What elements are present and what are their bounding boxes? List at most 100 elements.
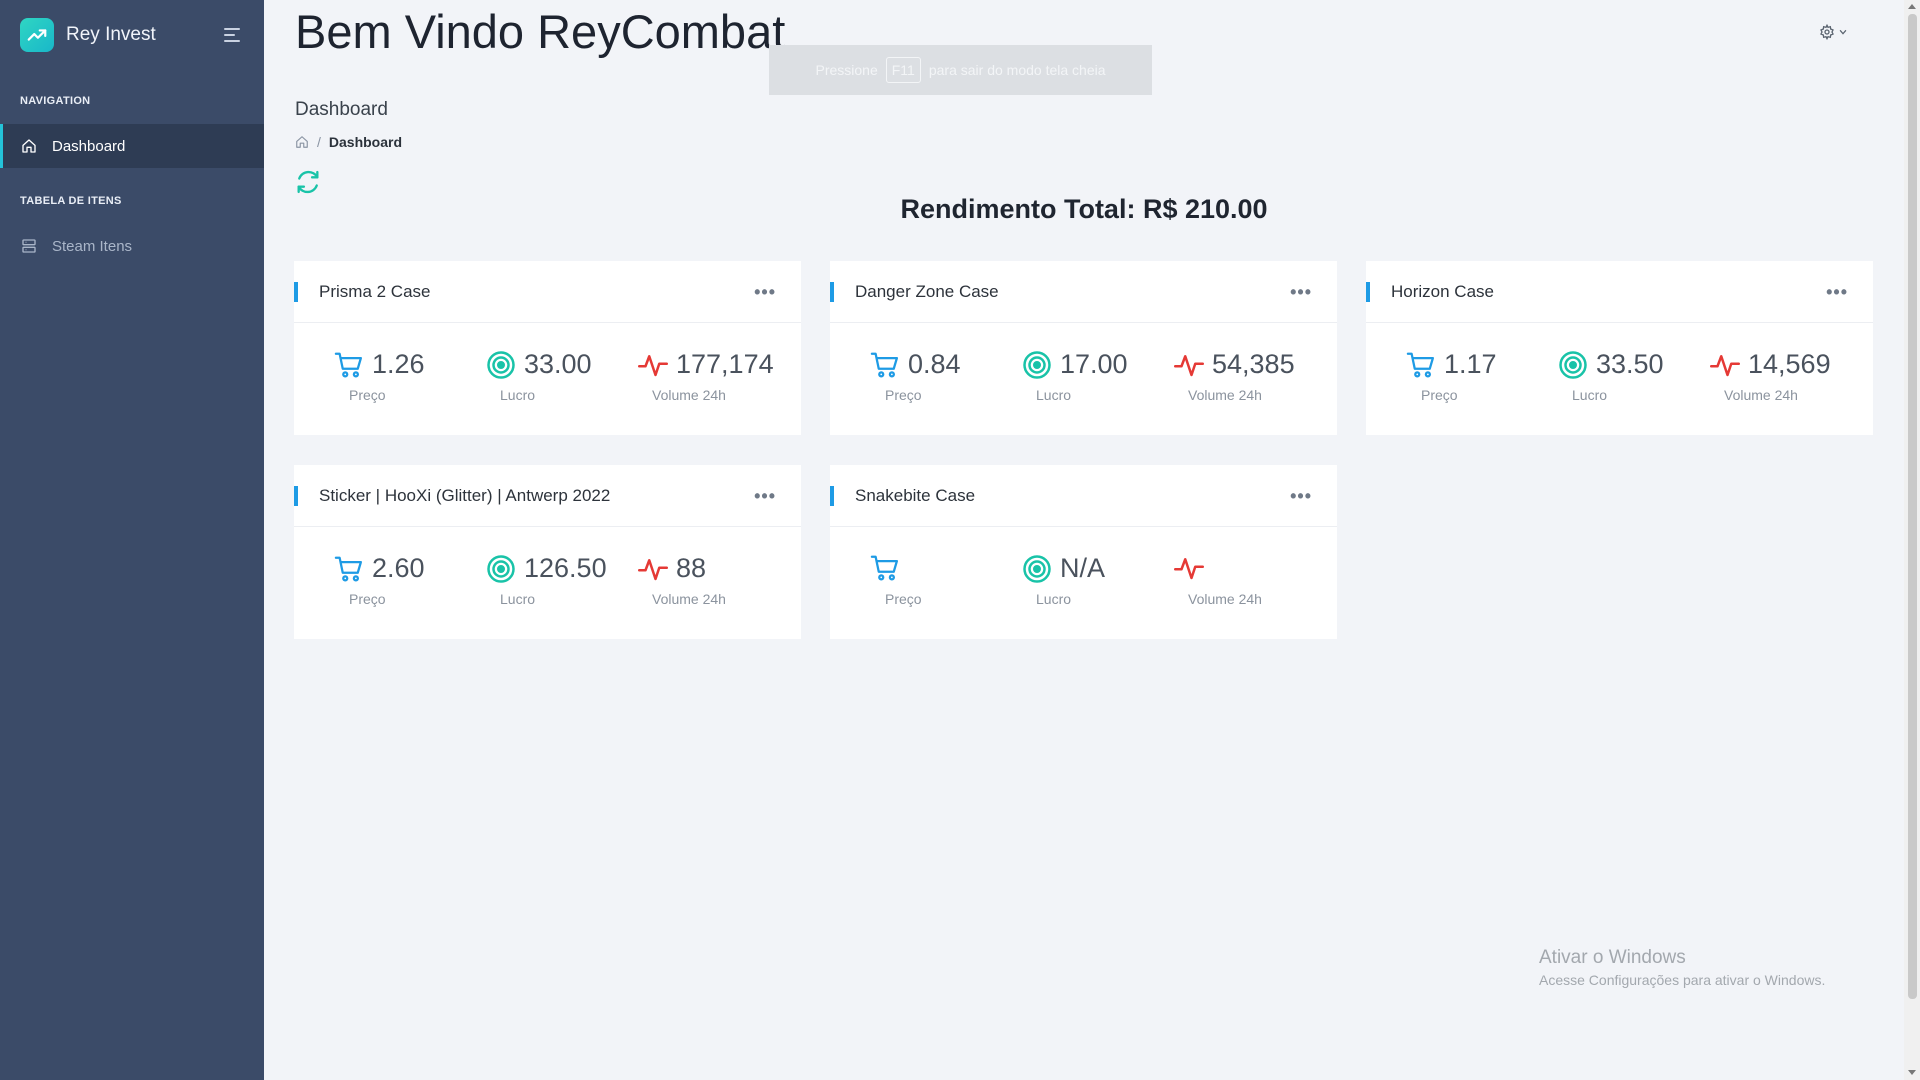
home-icon: [20, 137, 38, 155]
vertical-scrollbar[interactable]: [1904, 0, 1920, 1080]
profit-label: Lucro: [1036, 387, 1072, 403]
profit-value: 33.50: [1596, 349, 1664, 379]
price-value: 2.60: [372, 553, 425, 583]
section-title-navigation: NAVIGATION: [20, 95, 91, 107]
scroll-up-icon[interactable]: [1908, 4, 1916, 9]
scroll-down-icon[interactable]: [1908, 1070, 1916, 1075]
target-icon: [1023, 350, 1051, 379]
item-card: Prisma 2 Case ••• 1.26 Preço 33.00 Lucro…: [294, 261, 801, 435]
stat-price: 1.26 Preço: [334, 349, 425, 403]
sidebar-item-steam-itens[interactable]: Steam Itens: [0, 224, 264, 268]
more-icon[interactable]: •••: [1290, 487, 1312, 505]
app-name[interactable]: Rey Invest: [66, 24, 156, 46]
activity-icon: [1174, 558, 1204, 580]
more-icon[interactable]: •••: [1826, 283, 1848, 301]
cart-icon: [334, 556, 362, 581]
activity-icon: [1174, 354, 1204, 376]
stat-profit: 33.50 Lucro: [1558, 349, 1664, 403]
refresh-icon[interactable]: [294, 168, 322, 196]
brand: Rey Invest: [0, 0, 264, 70]
breadcrumb: / Dashboard: [295, 134, 402, 150]
total-yield: Rendimento Total: R$ 210.00: [900, 194, 1268, 224]
profit-label: Lucro: [1036, 591, 1072, 607]
profit-value: 33.00: [524, 349, 592, 379]
profit-label: Lucro: [1572, 387, 1608, 403]
cart-icon: [870, 555, 898, 581]
scroll-thumb[interactable]: [1908, 14, 1917, 999]
watermark-subtitle: Acesse Configurações para ativar o Windo…: [1539, 972, 1826, 988]
stat-price: Preço: [870, 553, 922, 607]
stat-price: 2.60 Preço: [334, 553, 425, 607]
activity-icon: [638, 354, 668, 376]
profit-value: 17.00: [1060, 349, 1128, 379]
toast-text-before: Pressione: [815, 62, 878, 78]
more-icon[interactable]: •••: [754, 487, 776, 505]
volume-value: 54,385: [1212, 349, 1295, 379]
item-card: Horizon Case ••• 1.17 Preço 33.50 Lucro …: [1366, 261, 1873, 435]
target-icon: [1023, 554, 1051, 583]
breadcrumb-separator: /: [317, 134, 321, 150]
item-card: Sticker | HooXi (Glitter) | Antwerp 2022…: [294, 465, 801, 639]
card-title: Danger Zone Case: [855, 281, 999, 301]
chevron-down-icon: [1839, 29, 1847, 35]
server-icon: [20, 237, 38, 255]
toast-text-after: para sair do modo tela cheia: [928, 62, 1106, 78]
card-title: Prisma 2 Case: [319, 281, 431, 301]
price-value: 1.26: [372, 349, 425, 379]
sidebar-item-dashboard[interactable]: Dashboard: [0, 124, 264, 168]
price-value: 0.84: [908, 349, 961, 379]
cart-icon: [334, 352, 362, 377]
gear-icon: [1820, 24, 1834, 40]
card-title: Sticker | HooXi (Glitter) | Antwerp 2022: [319, 485, 611, 505]
target-icon: [1559, 350, 1587, 379]
price-label: Preço: [349, 591, 386, 607]
sidebar-item-label: Dashboard: [52, 137, 126, 155]
home-icon[interactable]: [295, 135, 309, 149]
volume-label: Volume 24h: [1724, 387, 1798, 403]
profit-value: N/A: [1060, 553, 1106, 583]
welcome-title: Bem Vindo ReyCombat: [295, 5, 786, 58]
volume-label: Volume 24h: [1188, 387, 1262, 403]
stat-price: 1.17 Preço: [1406, 349, 1497, 403]
profit-label: Lucro: [500, 387, 536, 403]
toast-key: F11: [885, 57, 921, 83]
volume-value: 88: [676, 553, 707, 583]
more-icon[interactable]: •••: [754, 283, 776, 301]
profit-value: 126.50: [524, 553, 607, 583]
card-title: Horizon Case: [1391, 281, 1494, 301]
main-content: Bem Vindo ReyCombat Pressione F11 para s…: [264, 0, 1904, 1080]
target-icon: [487, 554, 515, 583]
profit-label: Lucro: [500, 591, 536, 607]
card-header: Sticker | HooXi (Glitter) | Antwerp 2022…: [294, 465, 801, 527]
card-header: Danger Zone Case •••: [830, 261, 1337, 323]
price-label: Preço: [885, 387, 922, 403]
price-label: Preço: [1421, 387, 1458, 403]
stat-volume: 177,174 Volume 24h: [638, 349, 774, 403]
trending-up-icon[interactable]: [20, 18, 54, 52]
section-title-tabela: TABELA DE ITENS: [20, 195, 122, 207]
stat-volume: 14,569 Volume 24h: [1710, 349, 1831, 403]
item-card: Snakebite Case ••• Preço N/A Lucro Volum…: [830, 465, 1337, 639]
settings-dropdown[interactable]: [1819, 24, 1848, 40]
stat-price: 0.84 Preço: [870, 349, 961, 403]
stat-profit: 126.50 Lucro: [486, 553, 607, 607]
price-value: 1.17: [1444, 349, 1497, 379]
sidebar-item-label: Steam Itens: [52, 237, 133, 255]
card-title: Snakebite Case: [855, 485, 976, 505]
sidebar: Rey Invest NAVIGATION Dashboard TABELA D…: [0, 0, 264, 1080]
watermark-title: Ativar o Windows: [1539, 947, 1686, 968]
price-label: Preço: [349, 387, 386, 403]
menu-toggle-icon[interactable]: [224, 27, 244, 43]
activity-icon: [1710, 354, 1740, 376]
page-heading: Dashboard: [295, 99, 388, 120]
target-icon: [487, 350, 515, 379]
cart-icon: [1406, 352, 1434, 377]
card-header: Horizon Case •••: [1366, 261, 1873, 323]
stat-profit: 33.00 Lucro: [486, 349, 592, 403]
more-icon[interactable]: •••: [1290, 283, 1312, 301]
windows-activation-watermark: Ativar o Windows Acesse Configurações pa…: [1539, 947, 1825, 988]
volume-label: Volume 24h: [1188, 591, 1262, 607]
volume-value: 14,569: [1748, 349, 1831, 379]
fullscreen-toast: Pressione F11 para sair do modo tela che…: [769, 45, 1152, 95]
card-header: Snakebite Case •••: [830, 465, 1337, 527]
